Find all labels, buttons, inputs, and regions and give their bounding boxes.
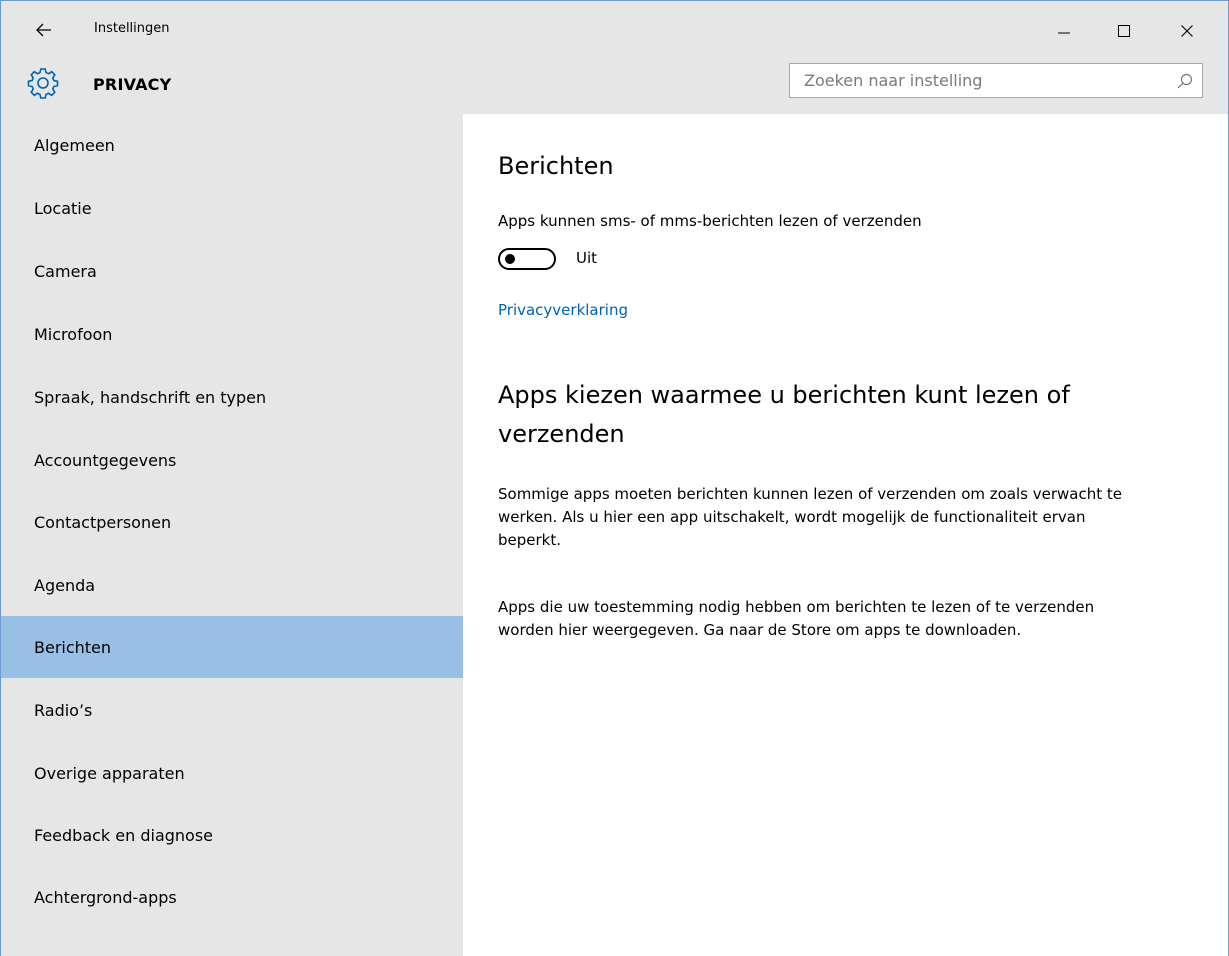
section-title: PRIVACY	[93, 75, 172, 94]
gear-icon	[27, 68, 59, 99]
close-button[interactable]	[1164, 9, 1210, 53]
app-title: Instellingen	[94, 21, 170, 36]
description-paragraph-1: Sommige apps moeten berichten kunnen lez…	[498, 485, 1123, 549]
page-title: Berichten	[498, 152, 614, 180]
search-input[interactable]	[790, 64, 1160, 97]
sidebar-item-locatie[interactable]: Locatie	[1, 177, 463, 239]
toggle-state-label: Uit	[576, 249, 598, 267]
sidebar-item-achtergrond-apps[interactable]: Achtergrond-apps	[1, 866, 463, 928]
maximize-button[interactable]	[1101, 9, 1147, 53]
back-button[interactable]	[21, 11, 67, 49]
messages-toggle[interactable]	[498, 248, 556, 270]
sidebar-item-overige-apparaten[interactable]: Overige apparaten	[1, 742, 463, 804]
sidebar-nav: Algemeen Locatie Camera Microfoon Spraak…	[1, 114, 463, 956]
close-icon	[1181, 25, 1193, 37]
sidebar-item-contactpersonen[interactable]: Contactpersonen	[1, 491, 463, 553]
sidebar-item-spraak[interactable]: Spraak, handschrift en typen	[1, 366, 463, 428]
sidebar-item-microfoon[interactable]: Microfoon	[1, 303, 463, 365]
messages-setting-label: Apps kunnen sms- of mms-berichten lezen …	[498, 212, 922, 230]
settings-header: PRIVACY	[1, 61, 1228, 114]
sidebar-item-camera[interactable]: Camera	[1, 240, 463, 302]
description-paragraph-2: Apps die uw toestemming nodig hebben om …	[498, 598, 1095, 639]
maximize-icon	[1118, 25, 1130, 37]
search-icon[interactable]	[1176, 72, 1194, 90]
settings-window: Instellingen PRIVACY Zoeken naar instell…	[0, 0, 1229, 956]
settings-content: Berichten Apps kunnen sms- of mms-berich…	[463, 114, 1228, 956]
privacy-statement-link[interactable]: Privacyverklaring	[498, 301, 628, 319]
sidebar-item-accountgegevens[interactable]: Accountgegevens	[1, 429, 463, 491]
sidebar-item-feedback[interactable]: Feedback en diagnose	[1, 804, 463, 866]
minimize-icon	[1058, 32, 1070, 34]
sidebar-item-radios[interactable]: Radio’s	[1, 679, 463, 741]
back-arrow-icon	[36, 23, 51, 37]
search-box[interactable]	[789, 63, 1203, 98]
title-bar: Instellingen	[1, 1, 1228, 61]
sidebar-item-berichten[interactable]: Berichten	[1, 616, 463, 678]
minimize-button[interactable]	[1041, 9, 1087, 53]
choose-apps-heading: Apps kiezen waarmee u berichten kunt lez…	[498, 381, 1070, 448]
sidebar-item-agenda[interactable]: Agenda	[1, 554, 463, 616]
toggle-knob	[505, 254, 515, 264]
sidebar-item-algemeen[interactable]: Algemeen	[1, 114, 463, 176]
